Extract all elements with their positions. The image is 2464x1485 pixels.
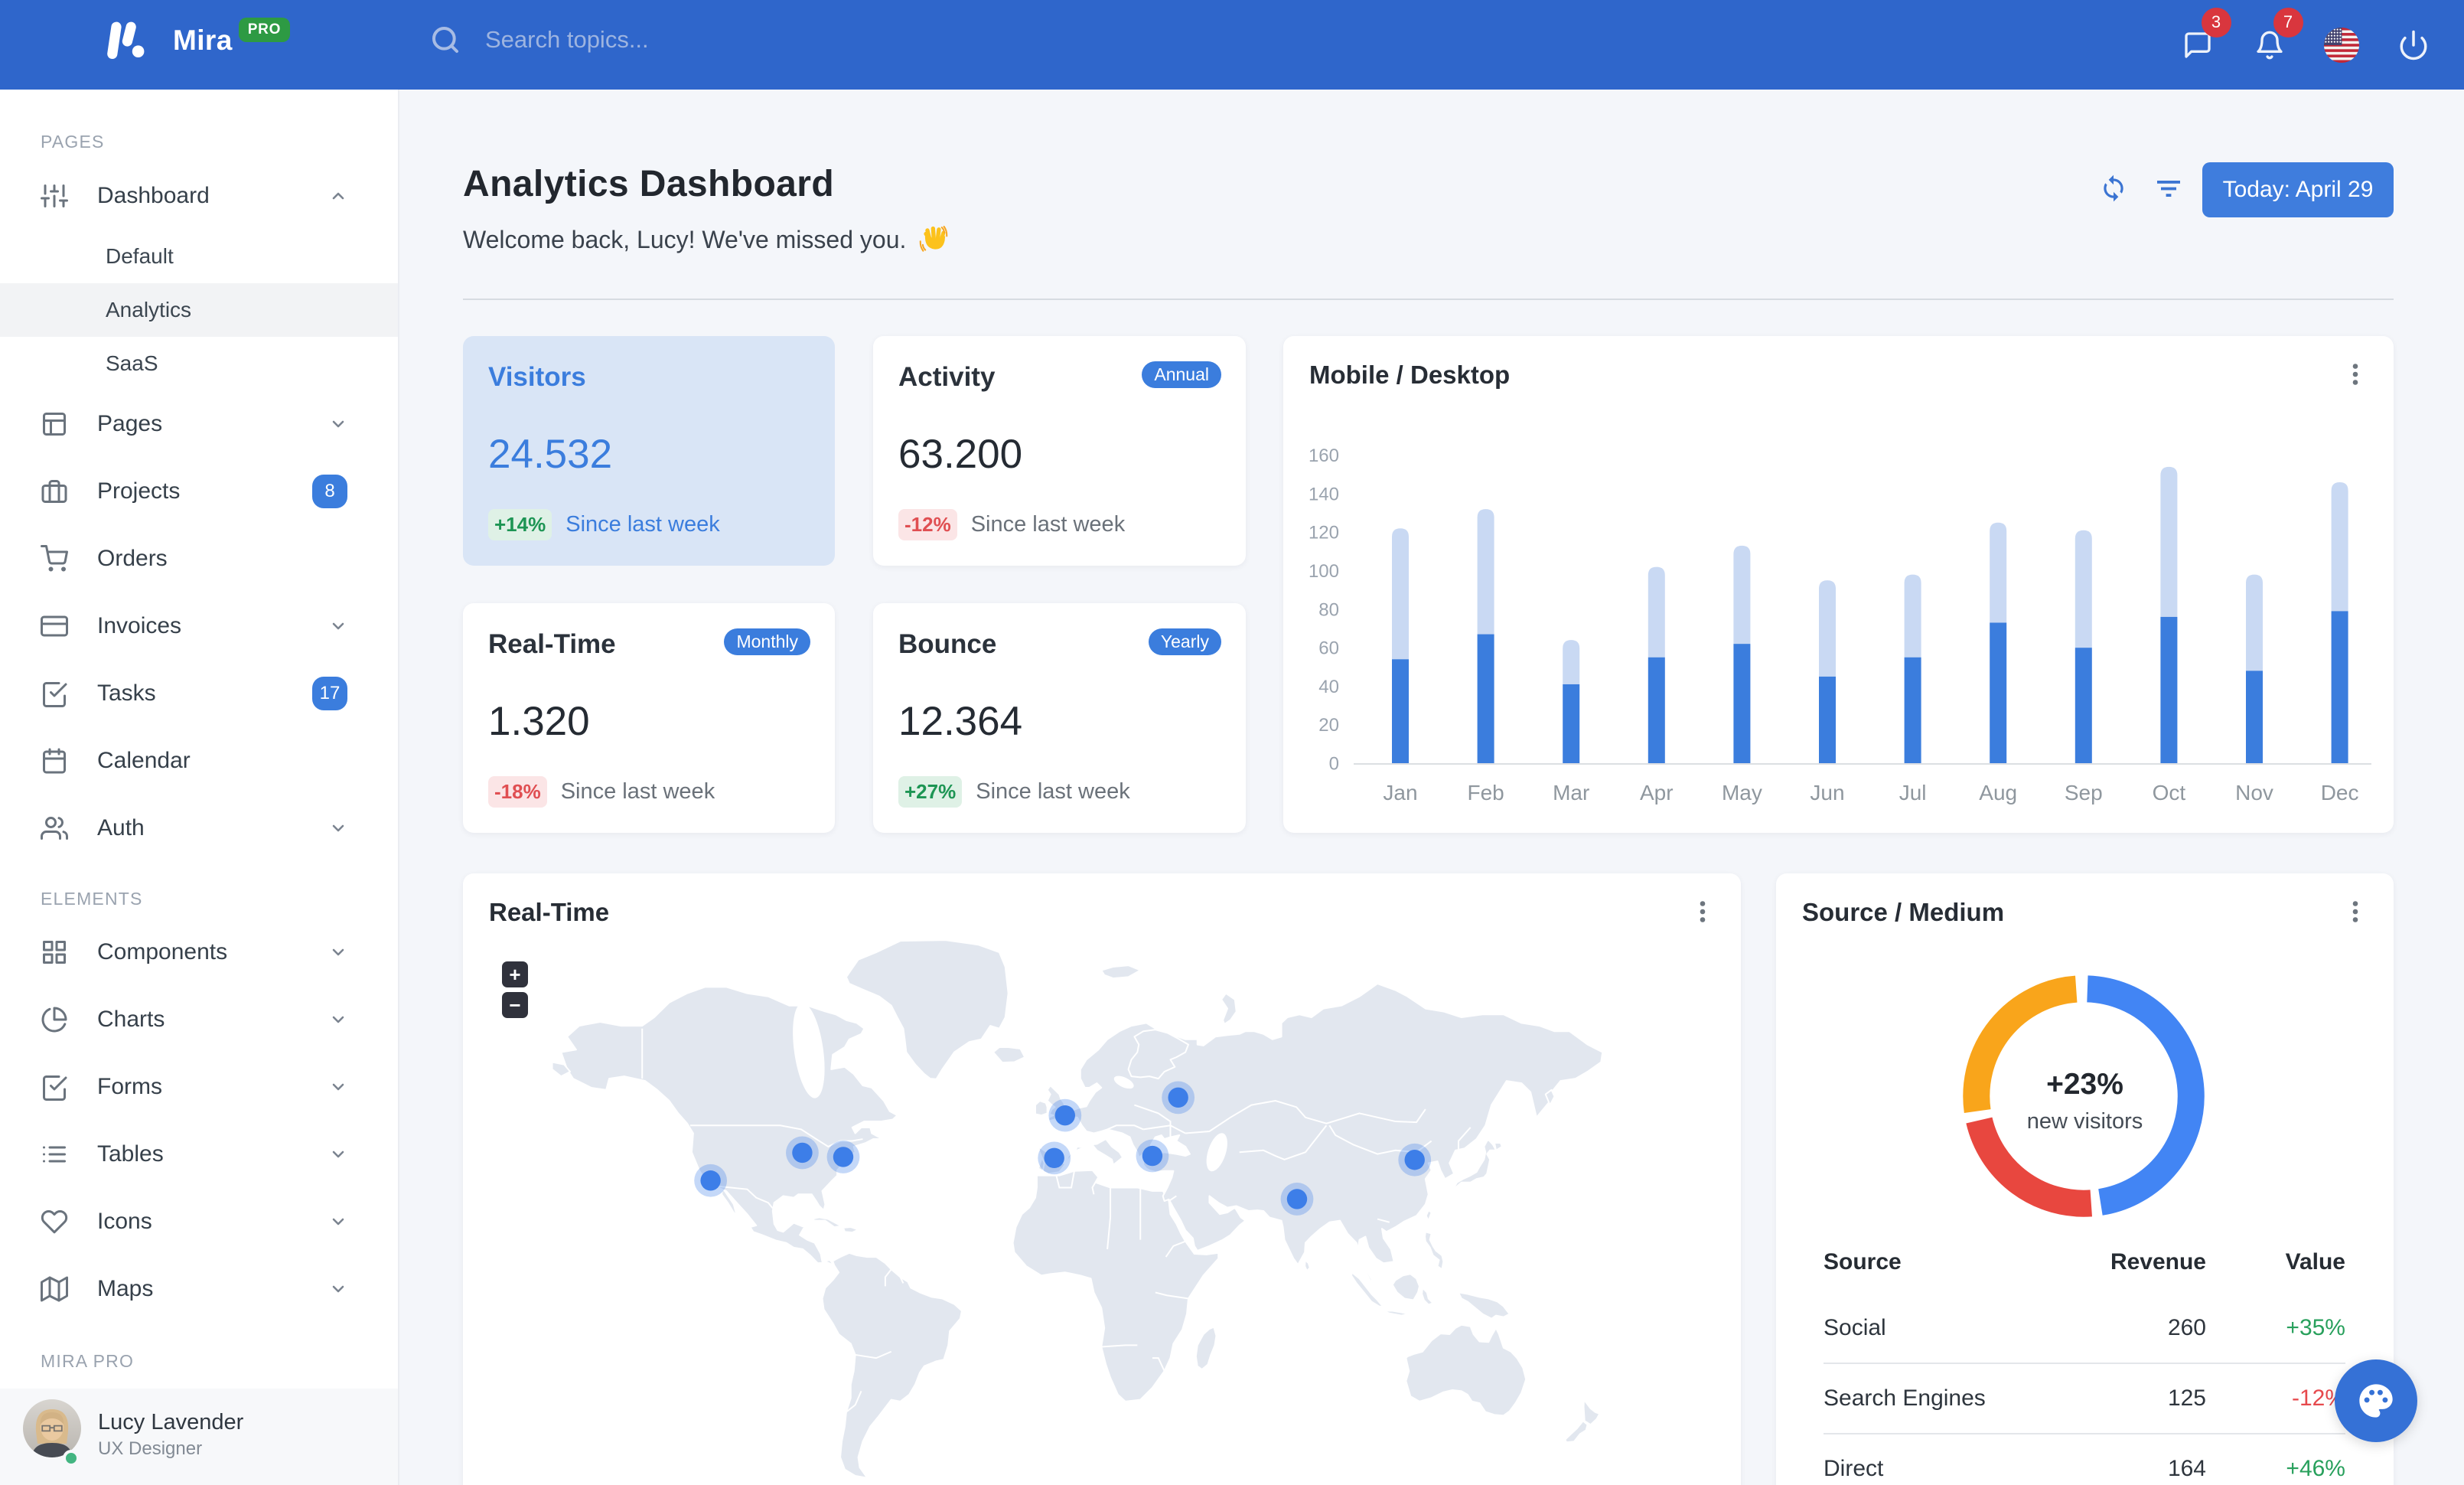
svg-text:Nov: Nov [2235,781,2273,805]
svg-text:Dec: Dec [2321,781,2359,805]
svg-text:Jun: Jun [1810,781,1844,805]
svg-text:Mar: Mar [1553,781,1589,805]
svg-text:80: 80 [1318,599,1339,620]
svg-text:Feb: Feb [1467,781,1504,805]
svg-text:60: 60 [1318,638,1339,659]
svg-text:20: 20 [1318,715,1339,736]
svg-text:Apr: Apr [1640,781,1674,805]
svg-text:Aug: Aug [1979,781,2017,805]
svg-text:Oct: Oct [2153,781,2186,805]
svg-text:May: May [1722,781,1762,805]
svg-text:100: 100 [1309,561,1339,582]
svg-text:40: 40 [1318,677,1339,697]
svg-text:Jul: Jul [1899,781,1927,805]
svg-text:Sep: Sep [2065,781,2103,805]
svg-text:160: 160 [1309,445,1339,466]
svg-text:120: 120 [1309,523,1339,543]
svg-text:140: 140 [1309,484,1339,504]
svg-text:0: 0 [1329,753,1339,774]
svg-text:Jan: Jan [1383,781,1417,805]
